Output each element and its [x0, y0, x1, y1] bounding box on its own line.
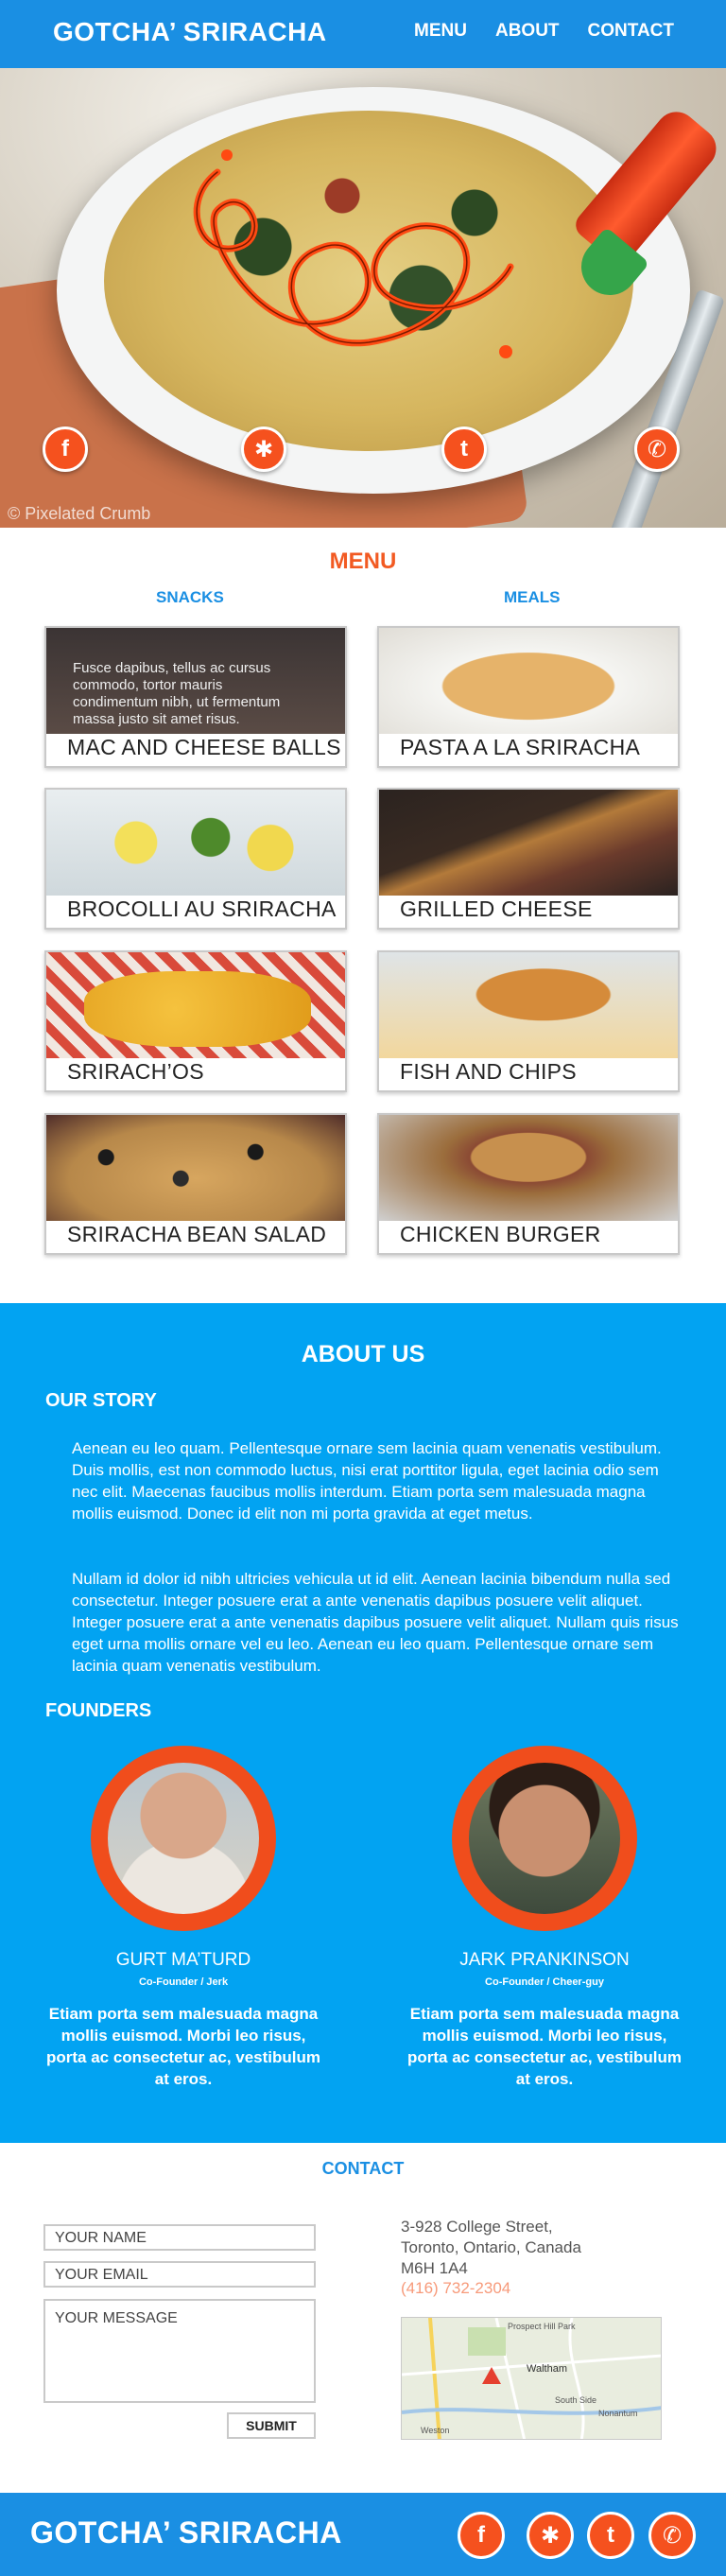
menu-item-label: FISH AND CHIPS [400, 1059, 577, 1084]
founder-bio: Etiam porta sem malesuada magna mollis e… [45, 2005, 321, 2088]
menu-item-label: CHICKEN BURGER [400, 1222, 601, 1246]
phone-icon[interactable]: ✆ [648, 2512, 696, 2559]
food-photo [379, 790, 678, 896]
address-line: Toronto, Ontario, Canada [401, 2238, 581, 2256]
story-paragraph-1: Aenean eu leo quam. Pellentesque ornare … [72, 1439, 662, 1523]
nav-contact-link[interactable]: CONTACT [588, 21, 674, 42]
story-heading: OUR STORY [45, 1390, 157, 1411]
founders-heading: FOUNDERS [45, 1700, 152, 1721]
menu-item-label: SRIRACHA BEAN SALAD [67, 1222, 327, 1246]
menu-item-mac-and-cheese-balls[interactable]: Fusce dapibus, tellus ac cursus commodo,… [44, 626, 347, 768]
food-photo [46, 790, 345, 896]
menu-item-brocolli-au-sriracha[interactable]: BROCOLLI AU SRIRACHA [44, 788, 347, 930]
name-field[interactable]: YOUR NAME [43, 2224, 316, 2251]
photo-credit: © Pixelated Crumb [8, 504, 151, 523]
meals-heading: MEALS [504, 588, 561, 606]
footer: GOTCHA’ SRIRACHA f ✱ t ✆ [0, 2493, 726, 2576]
twitter-icon[interactable]: t [441, 426, 487, 472]
yelp-icon[interactable]: ✱ [527, 2512, 574, 2559]
email-field[interactable]: YOUR EMAIL [43, 2261, 316, 2288]
nav-menu-link[interactable]: MENU [414, 21, 467, 42]
about-section: ABOUT US OUR STORY Aenean eu leo quam. P… [0, 1303, 726, 2143]
menu-item-label: MAC AND CHEESE BALLS [67, 735, 341, 759]
menu-item-srirachos[interactable]: SRIRACH’OS [44, 950, 347, 1092]
founder-role: Co-Founder / Jerk [138, 1976, 229, 1988]
menu-item-chicken-burger[interactable]: CHICKEN BURGER [377, 1113, 680, 1255]
food-photo [46, 952, 345, 1058]
address-line: M6H 1A4 [401, 2259, 468, 2277]
phone-link[interactable]: (416) 732-2304 [401, 2279, 510, 2298]
top-header: GOTCHA’ SRIRACHA MENU ABOUT CONTACT [0, 0, 726, 68]
address-block: 3-928 College Street, Toronto, Ontario, … [401, 2217, 581, 2279]
food-photo [379, 952, 678, 1058]
menu-item-fish-and-chips[interactable]: FISH AND CHIPS [377, 950, 680, 1092]
food-photo [379, 1115, 678, 1221]
founder-role: Co-Founder / Cheer-guy [485, 1976, 604, 1988]
story-paragraph-2: Nullam id dolor id nibh ultricies vehicu… [72, 1570, 679, 1675]
founder-name: JARK PRANKINSON [459, 1950, 630, 1970]
founder-name: GURT MA’TURD [115, 1950, 251, 1970]
menu-item-label: SRIRACH’OS [67, 1059, 204, 1084]
menu-item-grilled-cheese[interactable]: GRILLED CHEESE [377, 788, 680, 930]
map-graphic [402, 2318, 661, 2439]
facebook-icon[interactable]: f [458, 2512, 505, 2559]
snacks-heading: SNACKS [156, 588, 224, 606]
nav-about-link[interactable]: ABOUT [495, 21, 560, 42]
contact-title: CONTACT [321, 2159, 405, 2178]
map-label: South Side [555, 2395, 597, 2405]
submit-button[interactable]: SUBMIT [227, 2412, 316, 2439]
address-line: 3-928 College Street, [401, 2218, 553, 2236]
twitter-icon[interactable]: t [587, 2512, 634, 2559]
avatar [452, 1746, 637, 1931]
menu-item-sriracha-bean-salad[interactable]: SRIRACHA BEAN SALAD [44, 1113, 347, 1255]
food-photo [46, 1115, 345, 1221]
facebook-icon[interactable]: f [43, 426, 88, 472]
avatar [91, 1746, 276, 1931]
map-label: Prospect Hill Park [508, 2322, 576, 2331]
location-map[interactable]: Prospect Hill Park Waltham South Side No… [401, 2317, 662, 2440]
map-label: Weston [421, 2426, 450, 2435]
menu-item-label: PASTA A LA SRIRACHA [400, 735, 641, 759]
founder-bio: Etiam porta sem malesuada magna mollis e… [406, 2005, 683, 2088]
hero-image: © Pixelated Crumb f ✱ t ✆ [0, 68, 726, 528]
brand-logo[interactable]: GOTCHA’ SRIRACHA [53, 17, 327, 47]
food-photo [379, 628, 678, 734]
menu-item-pasta-a-la-sriracha[interactable]: PASTA A LA SRIRACHA [377, 626, 680, 768]
phone-icon[interactable]: ✆ [634, 426, 680, 472]
map-label: Waltham [527, 2363, 567, 2375]
founder-card: GURT MA’TURD Co-Founder / Jerk Etiam por… [23, 1746, 344, 2090]
map-label: Nonantum [598, 2409, 638, 2418]
menu-item-label: GRILLED CHEESE [400, 896, 593, 921]
about-title: ABOUT US [301, 1341, 425, 1367]
main-nav: MENU ABOUT CONTACT [414, 21, 674, 42]
yelp-icon[interactable]: ✱ [241, 426, 286, 472]
message-field[interactable]: YOUR MESSAGE [43, 2299, 316, 2403]
menu-title: MENU [329, 548, 397, 574]
sriracha-swirl-graphic [193, 149, 514, 358]
menu-item-label: BROCOLLI AU SRIRACHA [67, 896, 337, 921]
founder-card: JARK PRANKINSON Co-Founder / Cheer-guy E… [384, 1746, 705, 2090]
menu-item-description: Fusce dapibus, tellus ac cursus commodo,… [73, 660, 281, 727]
footer-brand[interactable]: GOTCHA’ SRIRACHA [30, 2515, 342, 2550]
